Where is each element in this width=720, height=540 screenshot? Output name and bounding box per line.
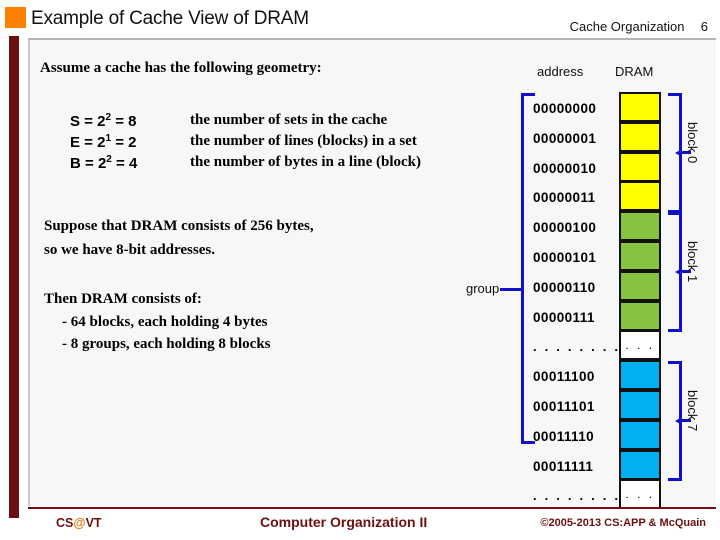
address-label: 00000100 [533, 220, 597, 236]
block0-label: block 0 [685, 122, 700, 164]
block1-arrowhead [675, 268, 682, 276]
slide: Example of Cache View of DRAM Cache Orga… [0, 0, 720, 540]
header-topic-and-number: Cache Organization 6 [570, 19, 708, 34]
address-label: 00000001 [533, 130, 597, 146]
block7-arrowhead [675, 417, 682, 425]
dram-cell-ellipsis: . . . [625, 338, 655, 353]
address-label: 00000101 [533, 250, 597, 265]
dram-cell-ellipsis: . . . [625, 487, 655, 502]
address-label: 00000110 [533, 279, 596, 295]
header-topic: Cache Organization [569, 19, 685, 34]
dram-composition-bullet-1: - 64 blocks, each holding 4 bytes [62, 314, 268, 330]
header-slide-number: 6 [700, 19, 708, 34]
logo-prefix: CS [56, 516, 74, 530]
dram-size-line2: so we have 8-bit addresses. [44, 242, 215, 258]
logo-suffix: VT [85, 516, 102, 530]
geometry-description-b: the number of bytes in a line (block) [190, 154, 421, 170]
left-accent-bar-foot [9, 508, 19, 518]
geometry-symbol-s: S = 22 = 8 [70, 112, 137, 130]
address-label: 00011110 [533, 428, 595, 444]
page-title: Example of Cache View of DRAM [31, 8, 309, 29]
geometry-description-s: the number of sets in the cache [190, 112, 388, 128]
geometry-symbol-e: E = 21 = 2 [70, 133, 137, 151]
content-panel [28, 40, 716, 506]
dram-cell [619, 241, 661, 271]
address-label: 00011101 [533, 399, 595, 414]
dram-cell [619, 419, 661, 450]
cs-at-vt-logo: CS@VT [56, 516, 102, 530]
address-label: . . . . . . . . [533, 339, 621, 355]
orange-accent-square [5, 7, 26, 28]
dram-cell [619, 121, 661, 152]
address-label: 00000011 [533, 190, 596, 206]
dram-cell: . . . [619, 479, 661, 510]
dram-composition-bullet-2: - 8 groups, each holding 8 blocks [62, 336, 271, 352]
address-column-header: address [537, 64, 584, 79]
dram-cell [619, 300, 661, 331]
block7-label: block 7 [685, 390, 700, 432]
group-bracket [521, 93, 535, 444]
geometry-symbol-b: B = 22 = 4 [70, 154, 138, 172]
dram-cell [619, 390, 661, 420]
dram-cell [619, 181, 661, 212]
dram-cell [619, 449, 661, 480]
logo-at-symbol: @ [73, 516, 86, 530]
dram-size-line1: Suppose that DRAM consists of 256 bytes, [44, 218, 314, 234]
dram-cell [619, 211, 661, 242]
dram-cell [619, 270, 661, 301]
left-accent-bar [9, 36, 19, 518]
course-title: Computer Organization II [260, 514, 428, 530]
address-label: 00000000 [533, 101, 597, 116]
dram-composition-heading: Then DRAM consists of: [44, 291, 202, 307]
group-label: group [466, 281, 500, 296]
geometry-description-e: the number of lines (blocks) in a set [190, 133, 417, 149]
dram-cell: . . . [619, 330, 661, 361]
address-label: 00011111 [533, 458, 594, 474]
dram-cell [619, 92, 661, 122]
dram-cell [619, 151, 661, 182]
address-label: . . . . . . . . [533, 488, 621, 504]
block1-label: block 1 [685, 241, 700, 283]
block0-arrowhead [675, 149, 682, 157]
lead-text: Assume a cache has the following geometr… [40, 60, 322, 76]
dram-cell [619, 360, 661, 391]
group-leader-line [500, 288, 522, 291]
dram-column-header: DRAM [615, 64, 654, 79]
copyright-notice: ©2005-2013 CS:APP & McQuain [540, 517, 706, 529]
address-label: 00000010 [533, 160, 597, 176]
address-label: 00011100 [533, 369, 595, 385]
footer-divider [28, 507, 716, 509]
address-label: 00000111 [533, 309, 595, 325]
